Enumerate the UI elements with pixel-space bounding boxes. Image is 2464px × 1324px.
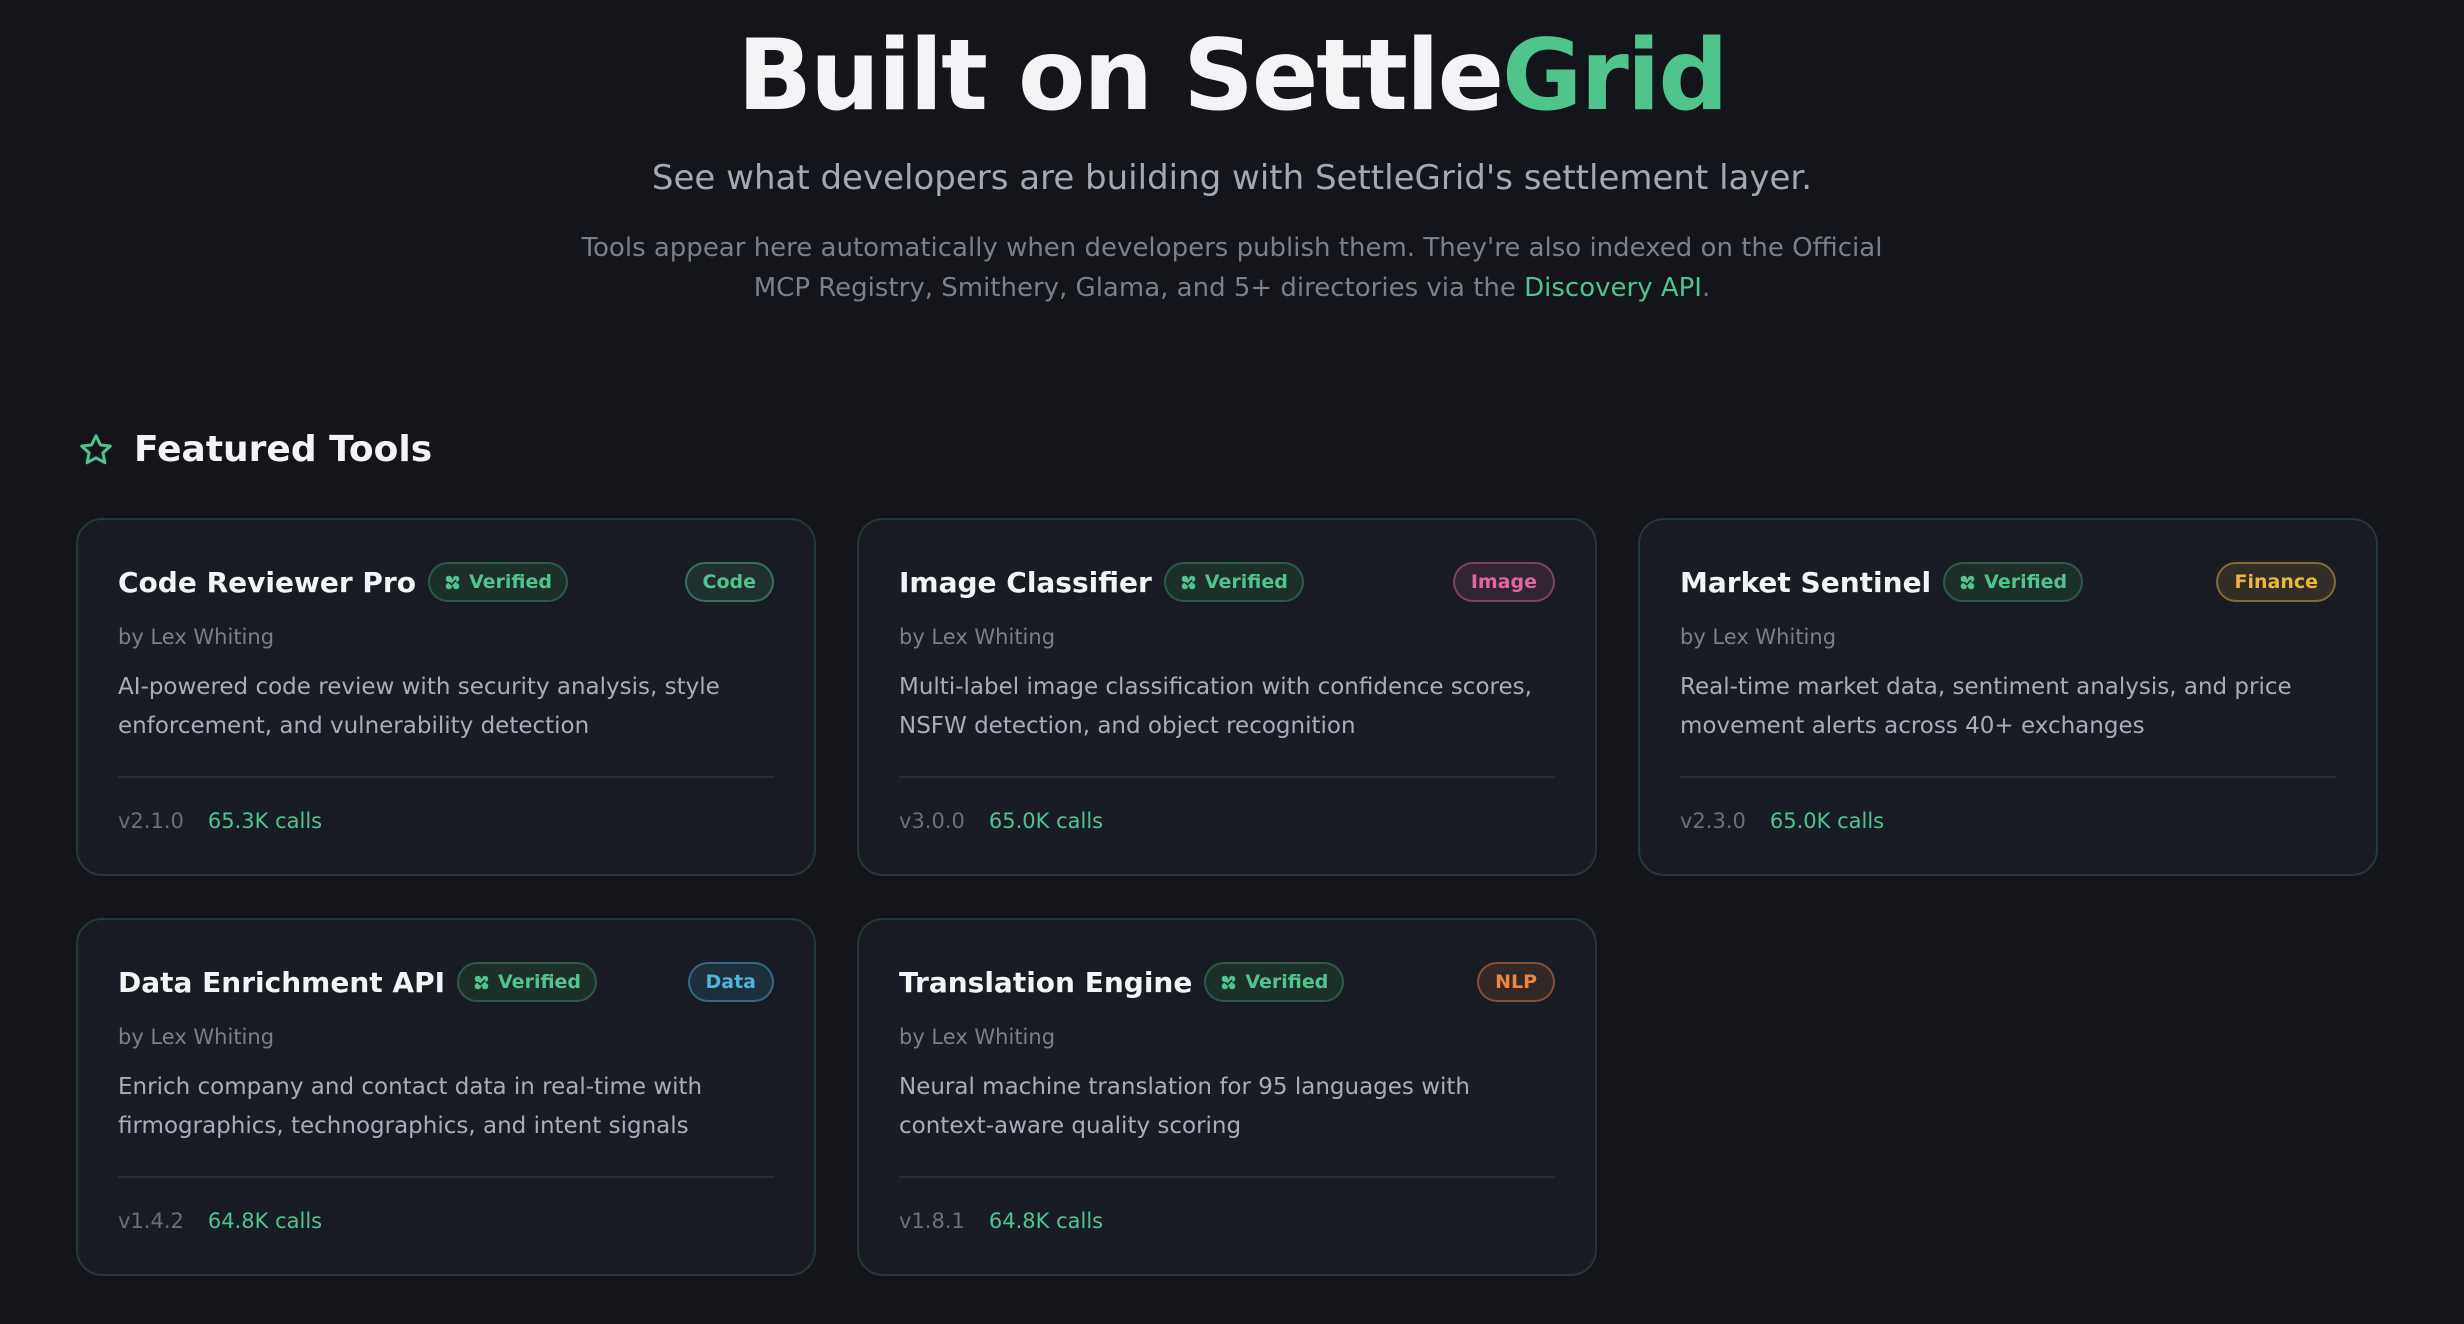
verified-badge-icon xyxy=(1180,574,1197,591)
category-badge: Code xyxy=(684,562,774,602)
tool-version: v2.3.0 xyxy=(1680,809,1746,833)
category-badge: Image xyxy=(1452,562,1555,602)
verified-label: Verified xyxy=(1984,571,2068,593)
verified-badge-icon xyxy=(1220,974,1237,991)
tool-calls: 65.0K calls xyxy=(988,809,1104,833)
verified-label: Verified xyxy=(1204,571,1288,593)
tool-description: Enrich company and contact data in real-… xyxy=(118,1074,703,1139)
tool-author: by Lex Whiting xyxy=(118,625,275,649)
verified-badge: Verified xyxy=(1204,962,1345,1002)
tool-version: v3.0.0 xyxy=(899,809,965,833)
tool-version: v1.4.2 xyxy=(118,1209,184,1233)
tool-card[interactable]: Data Enrichment API Verified Data by Lex Wh… xyxy=(76,918,816,1276)
tool-description: Real-time market data, sentiment analysi… xyxy=(1680,674,2292,739)
tool-card-header: Data Enrichment API Verified Data xyxy=(118,960,774,1004)
card-divider xyxy=(899,776,1555,778)
category-badge: Data xyxy=(687,962,774,1002)
tool-name: Image Classifier xyxy=(899,565,1152,599)
tool-author: by Lex Whiting xyxy=(899,625,1056,649)
tool-description: AI-powered code review with security ana… xyxy=(118,674,720,739)
hero-subtitle: See what developers are building with Se… xyxy=(651,158,1813,198)
verified-badge-icon xyxy=(473,974,490,991)
tool-card-header: Market Sentinel Verified Finance xyxy=(1680,560,2336,604)
featured-tools-title: Featured Tools xyxy=(134,429,433,470)
tool-card-header: Image Classifier Verified Image xyxy=(899,560,1555,604)
verified-badge-icon xyxy=(1959,574,1976,591)
verified-label: Verified xyxy=(1245,971,1329,993)
hero-description: Tools appear here automatically when dev… xyxy=(560,228,1904,308)
star-icon xyxy=(78,432,114,468)
tool-name: Code Reviewer Pro xyxy=(118,565,416,599)
tool-calls: 65.0K calls xyxy=(1769,809,1885,833)
tool-card[interactable]: Image Classifier Verified Image by Lex Whit… xyxy=(857,518,1597,876)
tool-calls: 65.3K calls xyxy=(207,809,323,833)
verified-label: Verified xyxy=(498,971,582,993)
tool-name: Data Enrichment API xyxy=(118,965,446,999)
category-badge: Finance xyxy=(2216,562,2336,602)
tool-card[interactable]: Market Sentinel Verified Finance by Lex Whi… xyxy=(1638,518,2378,876)
tool-meta: v2.1.0 65.3K calls xyxy=(118,804,322,838)
verified-badge: Verified xyxy=(1163,562,1304,602)
tool-description: Multi-label image classification with co… xyxy=(899,674,1532,739)
tool-meta: v2.3.0 65.0K calls xyxy=(1680,804,1884,838)
hero-title: Built on SettleGrid xyxy=(0,16,2464,136)
verified-badge: Verified xyxy=(427,562,568,602)
discovery-api-link[interactable]: Discovery API xyxy=(1524,273,1702,303)
tool-version: v1.8.1 xyxy=(899,1209,965,1233)
tool-card-header: Translation Engine Verified NLP xyxy=(899,960,1555,1004)
hero-description-end: . xyxy=(1701,273,1711,303)
tool-description: Neural machine translation for 95 langua… xyxy=(899,1074,1471,1139)
category-badge: NLP xyxy=(1477,962,1555,1002)
tool-author: by Lex Whiting xyxy=(118,1025,275,1049)
card-divider xyxy=(1680,776,2336,778)
verified-label: Verified xyxy=(468,571,552,593)
verified-badge: Verified xyxy=(457,962,598,1002)
tool-meta: v3.0.0 65.0K calls xyxy=(899,804,1103,838)
tool-author: by Lex Whiting xyxy=(899,1025,1056,1049)
tool-name: Translation Engine xyxy=(899,965,1193,999)
tool-calls: 64.8K calls xyxy=(207,1209,323,1233)
tool-meta: v1.4.2 64.8K calls xyxy=(118,1204,322,1238)
card-divider xyxy=(899,1176,1555,1178)
tool-card-header: Code Reviewer Pro Verified Code xyxy=(118,560,774,604)
tool-card[interactable]: Code Reviewer Pro Verified Code by Lex Whit… xyxy=(76,518,816,876)
featured-tools-header: Featured Tools xyxy=(78,424,432,476)
tool-meta: v1.8.1 64.8K calls xyxy=(899,1204,1103,1238)
hero-title-main: Built on Settle xyxy=(737,19,1504,133)
verified-badge: Verified xyxy=(1943,562,2084,602)
tool-calls: 64.8K calls xyxy=(988,1209,1104,1233)
tool-card[interactable]: Translation Engine Verified NLP by Lex Whit… xyxy=(857,918,1597,1276)
verified-badge-icon xyxy=(444,574,461,591)
tool-author: by Lex Whiting xyxy=(1680,625,1837,649)
tool-name: Market Sentinel xyxy=(1680,565,1932,599)
hero-title-accent: Grid xyxy=(1502,19,1729,133)
card-divider xyxy=(118,1176,774,1178)
tool-version: v2.1.0 xyxy=(118,809,184,833)
card-divider xyxy=(118,776,774,778)
